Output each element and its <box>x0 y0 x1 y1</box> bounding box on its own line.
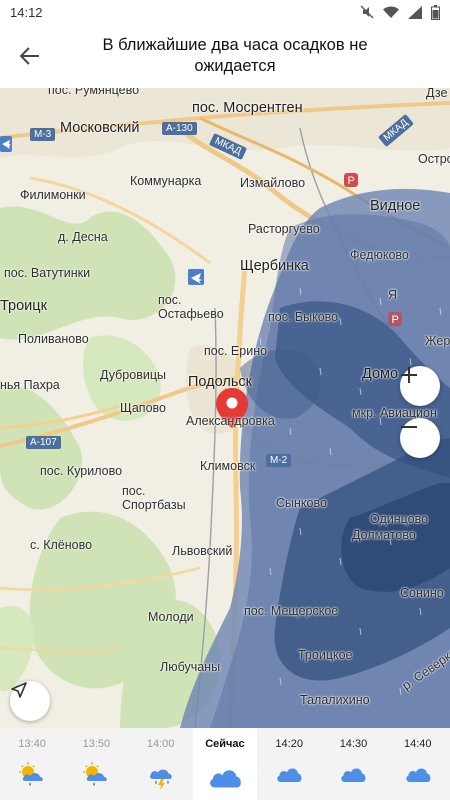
time-slot-4[interactable]: 14:20 <box>257 728 321 800</box>
time-slot-6[interactable]: 14:40 <box>386 728 450 800</box>
signal-icon <box>408 5 422 19</box>
arrow-left-icon <box>20 47 39 65</box>
wifi-icon <box>383 6 399 18</box>
label-sportbazy: пос. Спортбазы <box>122 484 186 512</box>
label-rastorguevo: Расторгуево <box>248 222 320 236</box>
parking-icon: P <box>344 173 358 187</box>
airport-icon <box>188 269 204 285</box>
time-slot-label: 13:50 <box>82 738 111 750</box>
label-klimovsk: Климовск <box>200 459 256 473</box>
cloud-icon <box>274 762 304 790</box>
time-slot-1[interactable]: 13:50 <box>64 728 128 800</box>
zoom-out-button[interactable] <box>400 418 440 458</box>
label-desna: д. Десна <box>58 230 108 244</box>
cloud-icon <box>205 762 245 790</box>
label-podolsk: Подольск <box>188 374 252 390</box>
sun-cloud-rain-icon <box>81 762 111 790</box>
time-slot-label: 14:30 <box>339 738 368 750</box>
label-shcherbinka: Щербинка <box>240 258 309 274</box>
label-odintsovo: Одинцово <box>370 512 429 526</box>
label-rumyantsevo: пос. Румянцево <box>48 88 140 97</box>
label-domodedovo: Домо <box>362 366 399 382</box>
time-slot-label: 13:40 <box>18 738 46 750</box>
label-troitskoe: Троицкое <box>298 648 353 662</box>
cloud-icon <box>338 762 368 790</box>
time-slot-0[interactable]: 13:40 <box>0 728 64 800</box>
minus-icon <box>401 426 417 428</box>
label-bykovo: пос. Быково <box>268 310 339 324</box>
status-icons <box>360 4 440 20</box>
label-aleksandrovka: Александровка <box>186 414 275 428</box>
time-slot-2[interactable]: 14:00 <box>129 728 193 800</box>
label-lyubuchany: Любучаны <box>160 660 221 674</box>
label-mosrentgen: пос. Мосрентген <box>192 100 303 116</box>
sun-cloud-rain-icon <box>17 762 47 790</box>
label-lvovsky: Львовский <box>172 544 233 558</box>
time-slot-label: 14:00 <box>146 738 175 750</box>
precipitation-map[interactable]: P P пос. Румянцево пос. Мосрентген Дзе М… <box>0 88 450 728</box>
road-shield-a130: A-130 <box>162 122 197 135</box>
road-shield-a107: A-107 <box>26 436 61 449</box>
label-synkovo: Сынково <box>276 496 327 510</box>
time-slot-3[interactable]: Сейчас <box>192 728 258 800</box>
label-vidnoe: Видное <box>370 198 421 214</box>
airport-icon-2 <box>0 136 12 152</box>
label-moskovsky: Московский <box>60 120 140 136</box>
label-meshcherskoe: пос. Мещерское <box>244 604 339 618</box>
label-filimonki: Филимонки <box>20 188 86 202</box>
label-zhe: Жер <box>425 334 450 348</box>
header: В ближайшие два часа осадков не ожидаетс… <box>0 24 450 88</box>
label-dolmatovo: Долматово <box>352 528 416 542</box>
my-location-button[interactable] <box>10 681 50 721</box>
time-slider[interactable]: 13:40 13:50 14:00 Сейчас 14:20 14:30 14:40 <box>0 728 450 800</box>
label-klenovo: с. Клёново <box>30 538 93 552</box>
label-dze: Дзе <box>426 88 448 100</box>
plus-icon <box>401 367 417 383</box>
cloud-icon <box>403 762 433 790</box>
label-kommunarka: Коммунарка <box>130 174 202 188</box>
zoom-in-button[interactable] <box>400 366 440 406</box>
label-kurilovo: пос. Курилово <box>40 464 123 478</box>
mute-icon <box>360 5 374 19</box>
page-title: В ближайшие два часа осадков не ожидаетс… <box>102 36 368 75</box>
back-button[interactable] <box>0 24 60 88</box>
label-ostro: Остро <box>418 152 450 166</box>
label-sonino: Сонино <box>400 586 444 600</box>
parking-icon-2: P <box>388 312 402 326</box>
status-bar: 14:12 <box>0 0 450 24</box>
status-time: 14:12 <box>10 4 43 20</box>
label-molodi: Молоди <box>148 610 194 624</box>
time-slot-label: 14:40 <box>403 738 432 750</box>
label-polivanovo: Поливаново <box>18 332 89 346</box>
label-ostafyevo: пос. Остафьево <box>158 293 224 321</box>
label-pakhra: нья Пахра <box>0 378 60 392</box>
road-shield-m2: M-2 <box>266 454 292 467</box>
label-vatutinki: пос. Ватутинки <box>4 266 91 280</box>
label-fedyukovo: Федюково <box>350 248 409 262</box>
label-erino: пос. Ерино <box>204 344 268 358</box>
label-ya: Я <box>388 288 398 302</box>
label-shchapovo: Щапово <box>120 401 166 415</box>
time-slot-label: Сейчас <box>205 738 245 750</box>
cloud-thunder-icon <box>146 762 176 790</box>
svg-text:P: P <box>348 175 355 187</box>
label-dubrovitsy: Дубровицы <box>100 368 166 382</box>
battery-icon <box>431 4 440 20</box>
label-izmaylovo: Измайлово <box>240 176 306 190</box>
time-slot-5[interactable]: 14:30 <box>321 728 385 800</box>
svg-text:P: P <box>392 314 399 326</box>
navigation-arrow-icon <box>11 682 27 698</box>
label-troitsk: Троицк <box>0 298 47 314</box>
road-shield-m3: M-3 <box>30 128 56 141</box>
time-slot-label: 14:20 <box>275 738 303 750</box>
label-talalikhino: Талалихино <box>300 693 370 707</box>
